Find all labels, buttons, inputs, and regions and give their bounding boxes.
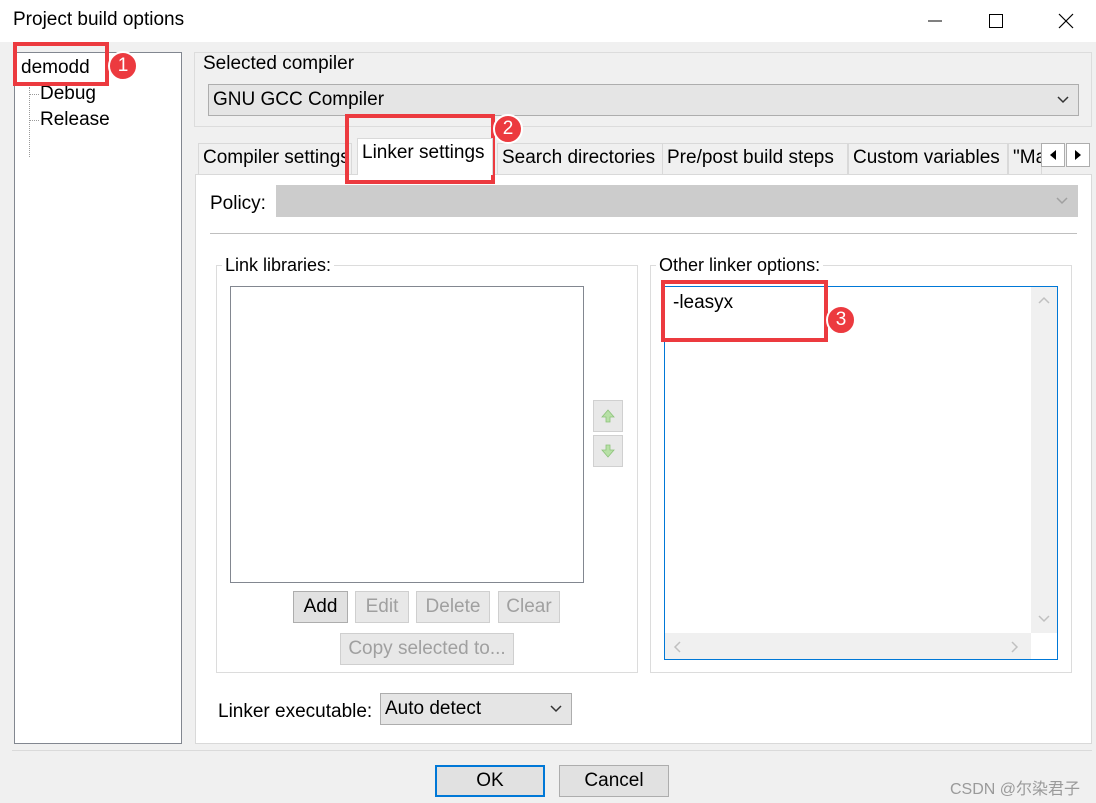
- separator: [12, 750, 1092, 751]
- move-up-button[interactable]: [593, 400, 623, 432]
- arrow-left-icon: [1050, 150, 1056, 160]
- tab-compiler-settings[interactable]: Compiler settings: [198, 143, 352, 174]
- minimize-button[interactable]: [905, 0, 965, 42]
- separator: [210, 233, 1077, 234]
- linker-executable-value: Auto detect: [385, 698, 482, 719]
- move-down-button[interactable]: [593, 435, 623, 467]
- tab-custom-variables[interactable]: Custom variables: [848, 143, 1008, 174]
- tab-make-commands[interactable]: "Make" commands: [1008, 143, 1042, 174]
- vertical-scrollbar[interactable]: [1031, 287, 1057, 633]
- tab-label: Search directories: [502, 147, 656, 168]
- annotation-badge-3: 3: [826, 305, 856, 335]
- compiler-select-value: GNU GCC Compiler: [213, 89, 385, 110]
- compiler-select[interactable]: GNU GCC Compiler: [208, 84, 1079, 116]
- tab-label: Custom variables: [853, 147, 1000, 168]
- chevron-down-icon: [1056, 197, 1068, 205]
- delete-library-button[interactable]: Delete: [416, 591, 490, 623]
- project-tree[interactable]: demodd Debug Release: [14, 52, 182, 744]
- selected-compiler-label: Selected compiler: [203, 53, 355, 74]
- tree-item-debug[interactable]: Debug: [40, 83, 96, 105]
- tab-label: "Make" commands: [1013, 147, 1041, 168]
- edit-library-button[interactable]: Edit: [355, 591, 409, 623]
- window-title: Project build options: [13, 9, 185, 30]
- watermark: CSDN @尔染君子: [949, 781, 1080, 798]
- chevron-down-icon: [550, 705, 562, 713]
- tab-scroll-left-button[interactable]: [1041, 143, 1065, 167]
- arrow-down-icon: [601, 444, 615, 458]
- tree-connector: [29, 87, 30, 157]
- cancel-button[interactable]: Cancel: [559, 765, 669, 797]
- other-linker-options-textarea[interactable]: -leasyx: [664, 286, 1058, 660]
- other-linker-options-label: Other linker options:: [656, 255, 824, 276]
- maximize-button[interactable]: [966, 0, 1026, 42]
- add-library-button[interactable]: Add: [293, 591, 348, 623]
- minimize-icon: [928, 20, 942, 22]
- linker-executable-select[interactable]: Auto detect: [380, 693, 572, 725]
- clear-libraries-button[interactable]: Clear: [498, 591, 560, 623]
- highlight-box: [661, 280, 828, 342]
- tab-pre-post-build[interactable]: Pre/post build steps: [662, 143, 848, 174]
- copy-selected-button[interactable]: Copy selected to...: [340, 633, 514, 665]
- tab-scroll-right-button[interactable]: [1066, 143, 1090, 167]
- chevron-down-icon: [1057, 96, 1069, 104]
- link-libraries-list[interactable]: [230, 286, 584, 583]
- horizontal-scrollbar[interactable]: [665, 633, 1031, 659]
- close-button[interactable]: [1036, 0, 1096, 42]
- title-bar: Project build options: [0, 0, 1096, 42]
- tab-label: Linker settings: [362, 142, 485, 163]
- policy-select[interactable]: [276, 185, 1078, 217]
- close-icon: [1058, 13, 1074, 29]
- policy-label: Policy:: [210, 193, 266, 214]
- ok-button[interactable]: OK: [435, 765, 545, 797]
- tab-label: Pre/post build steps: [667, 147, 834, 168]
- linker-executable-label: Linker executable:: [218, 701, 373, 722]
- maximize-icon: [989, 14, 1003, 28]
- annotation-badge-1: 1: [108, 51, 138, 81]
- annotation-badge-2: 2: [493, 114, 523, 144]
- highlight-box: [13, 42, 109, 86]
- tab-search-directories[interactable]: Search directories: [497, 143, 663, 174]
- tree-connector: [29, 120, 39, 121]
- chevron-right-icon: [1011, 641, 1019, 653]
- chevron-up-icon: [1038, 296, 1050, 304]
- link-libraries-label: Link libraries:: [222, 255, 335, 276]
- tree-item-release[interactable]: Release: [40, 109, 110, 131]
- chevron-left-icon: [673, 641, 681, 653]
- tree-connector: [29, 94, 39, 95]
- arrow-right-icon: [1075, 150, 1081, 160]
- arrow-up-icon: [601, 409, 615, 423]
- tab-label: Compiler settings: [203, 147, 350, 168]
- tab-linker-settings[interactable]: Linker settings: [357, 138, 493, 175]
- chevron-down-icon: [1038, 615, 1050, 623]
